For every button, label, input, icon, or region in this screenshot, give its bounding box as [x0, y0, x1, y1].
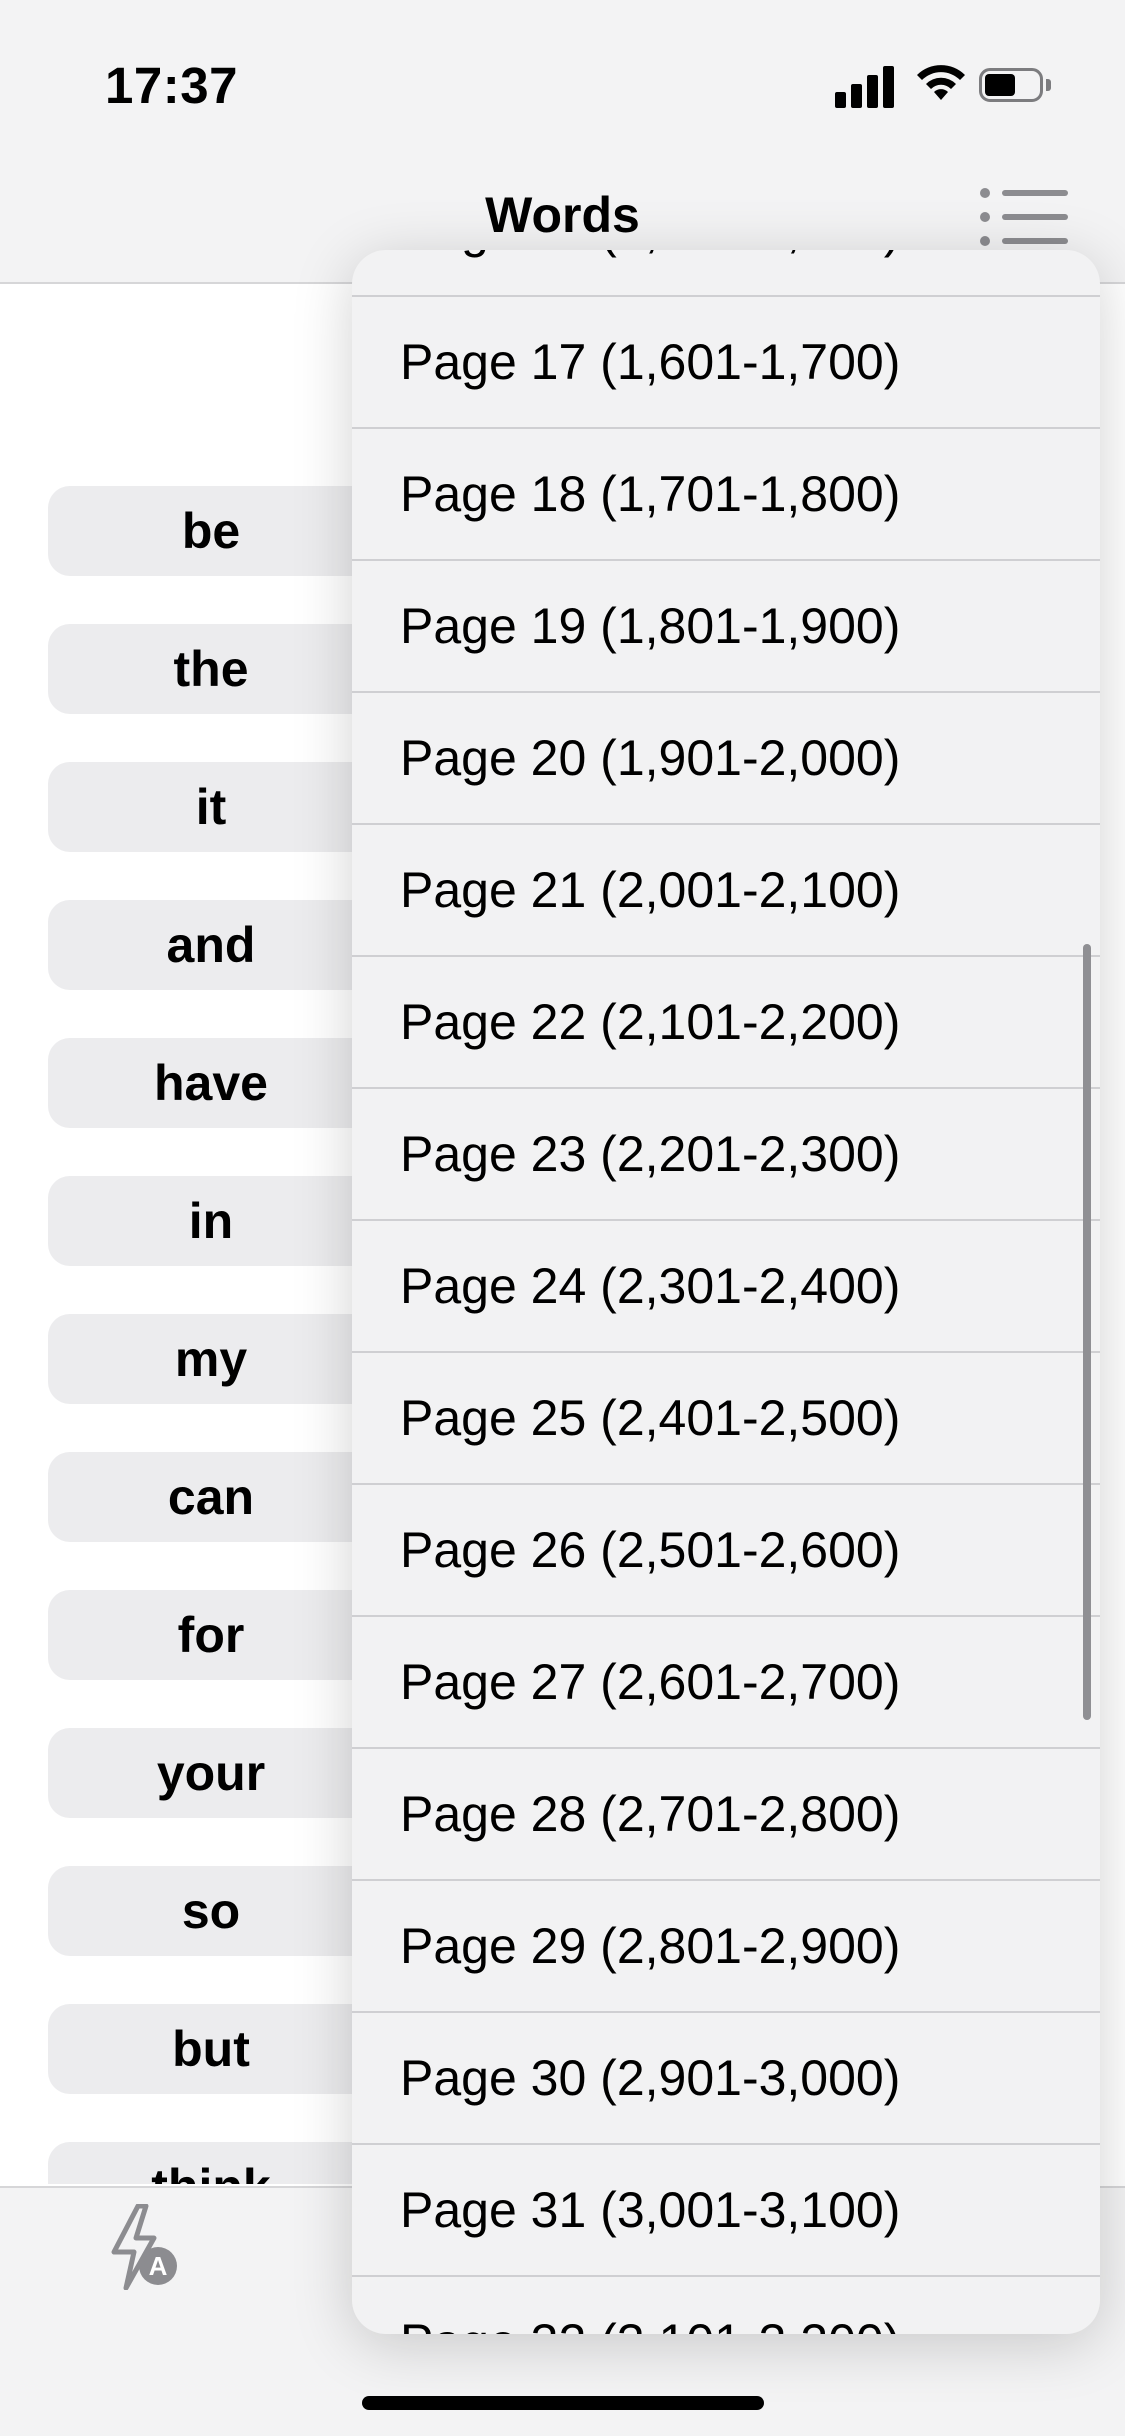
word-item[interactable]: in	[48, 1176, 360, 1266]
word-item[interactable]: my	[48, 1314, 360, 1404]
word-item[interactable]: it	[48, 762, 360, 852]
word-item[interactable]: but	[48, 2004, 360, 2094]
page-title: Words	[485, 187, 640, 243]
word-item[interactable]: think	[48, 2142, 360, 2184]
word-item[interactable]: have	[48, 1038, 360, 1128]
menu-item-page[interactable]: Page 28 (2,701-2,800)	[352, 1749, 1100, 1881]
word-item[interactable]: so	[48, 1866, 360, 1956]
menu-item-page[interactable]: Page 17 (1,601-1,700)	[352, 297, 1100, 429]
word-item[interactable]: for	[48, 1590, 360, 1680]
menu-item-page[interactable]: Page 23 (2,201-2,300)	[352, 1089, 1100, 1221]
navigation-bar: 17:37 Words	[0, 0, 1125, 284]
word-item[interactable]: be	[48, 486, 360, 576]
menu-item-page[interactable]: Page 26 (2,501-2,600)	[352, 1485, 1100, 1617]
menu-item-page[interactable]: Page 25 (2,401-2,500)	[352, 1353, 1100, 1485]
wifi-icon	[917, 65, 965, 100]
home-indicator[interactable]	[362, 2396, 764, 2410]
menu-item-page[interactable]: Page 31 (3,001-3,100)	[352, 2145, 1100, 2277]
word-item[interactable]: the	[48, 624, 360, 714]
menu-item-page[interactable]: Page 32 (3,101-3,200)	[352, 2277, 1100, 2334]
menu-item-page[interactable]: Page 27 (2,601-2,700)	[352, 1617, 1100, 1749]
flash-auto-icon[interactable]: A	[108, 2204, 180, 2290]
menu-item-page[interactable]: Page 24 (2,301-2,400)	[352, 1221, 1100, 1353]
menu-item-page[interactable]: Page 18 (1,701-1,800)	[352, 429, 1100, 561]
status-time: 17:37	[105, 57, 238, 114]
cellular-signal-icon	[835, 64, 895, 108]
page-list: Page 16 (1,501-1,600) Page 17 (1,601-1,7…	[352, 250, 1100, 2334]
menu-item-page[interactable]: Page 22 (2,101-2,200)	[352, 957, 1100, 1089]
menu-item-page[interactable]: Page 30 (2,901-3,000)	[352, 2013, 1100, 2145]
menu-item-page[interactable]: Page 19 (1,801-1,900)	[352, 561, 1100, 693]
page-dropdown-menu[interactable]: Page 16 (1,501-1,600) Page 17 (1,601-1,7…	[352, 250, 1100, 2334]
list-bullet-icon[interactable]	[980, 184, 1068, 250]
menu-item-page[interactable]: Page 16 (1,501-1,600)	[352, 250, 1100, 297]
word-list: be the it and have in my can for your so…	[0, 284, 360, 2184]
menu-scrollbar[interactable]	[1083, 944, 1091, 1720]
svg-text:A: A	[149, 2251, 168, 2281]
word-item[interactable]: your	[48, 1728, 360, 1818]
menu-item-page[interactable]: Page 21 (2,001-2,100)	[352, 825, 1100, 957]
word-item[interactable]: and	[48, 900, 360, 990]
screen: 17:37 Words be the it and have in my can…	[0, 0, 1125, 2436]
menu-item-page[interactable]: Page 29 (2,801-2,900)	[352, 1881, 1100, 2013]
menu-item-page[interactable]: Page 20 (1,901-2,000)	[352, 693, 1100, 825]
word-item[interactable]: can	[48, 1452, 360, 1542]
battery-icon	[979, 68, 1051, 104]
